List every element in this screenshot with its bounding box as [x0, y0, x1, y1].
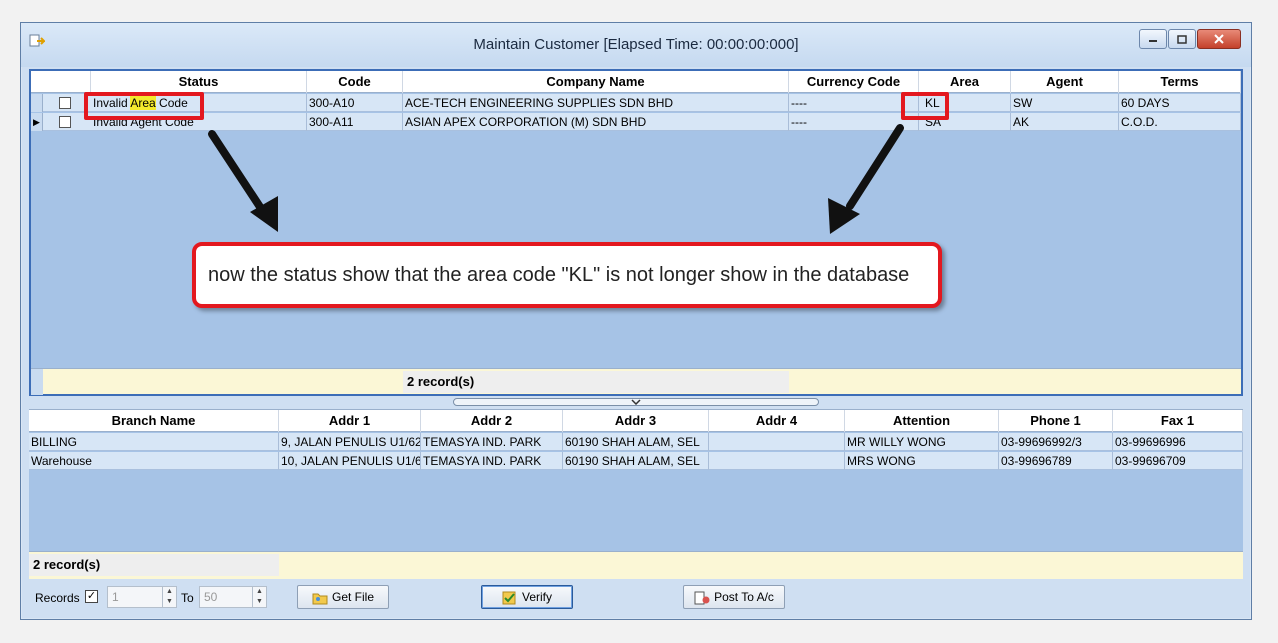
screenshot-background: Maintain Customer [Elapsed Time: 00:00:0… — [0, 0, 1278, 643]
arrow-right — [828, 124, 904, 234]
annotation-arrows — [208, 124, 904, 234]
annotation-callout: now the status show that the area code "… — [192, 242, 942, 308]
arrow-left — [208, 130, 278, 232]
